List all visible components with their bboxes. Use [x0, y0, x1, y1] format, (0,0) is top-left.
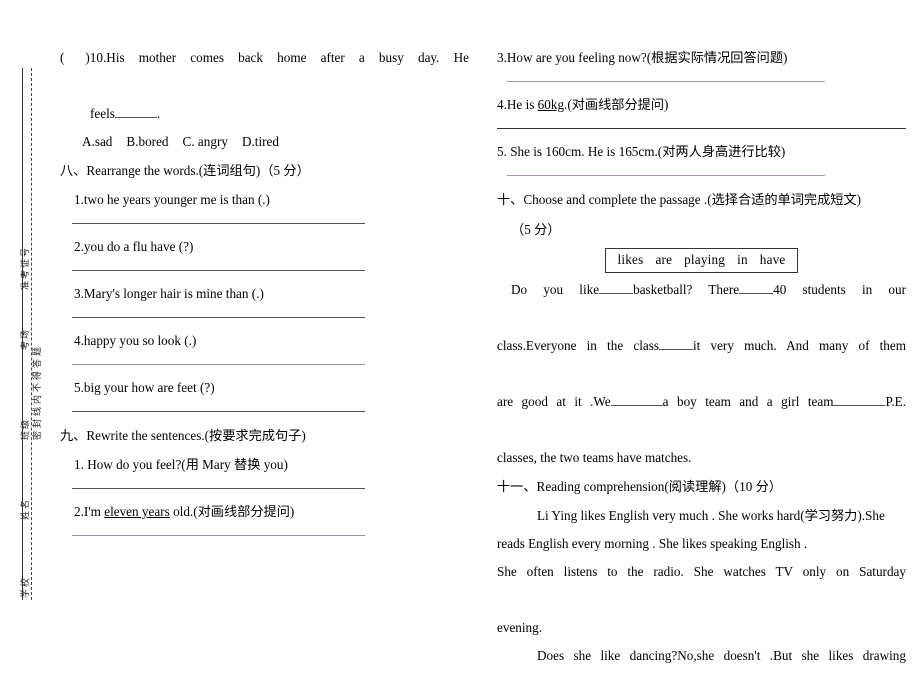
answer-blank-9-1[interactable]	[72, 488, 365, 489]
word-bank: likes are playing in have	[604, 248, 799, 273]
word-bank-item-1: are	[655, 252, 673, 267]
section-8-heading: 八、Rearrange the words.(连词组句)（5 分）	[60, 163, 310, 178]
answer-blank-8-4[interactable]	[72, 364, 365, 365]
option-d[interactable]: D.tired	[242, 134, 279, 149]
left-column: ( )10.His mother comes back home after a …	[60, 44, 469, 624]
reading-paragraph-1-line-4: evening.	[497, 620, 543, 635]
binding-line-dashed	[31, 68, 32, 600]
passage-line-3: are good at it .We a boy team and a girl …	[497, 388, 906, 444]
question-10-blank[interactable]	[114, 117, 157, 118]
question-10-text: His mother comes back home after a busy …	[106, 50, 469, 65]
option-c[interactable]: C. angry	[183, 134, 228, 149]
passage-blank-4[interactable]	[610, 405, 663, 406]
section-10-heading: 十、Choose and complete the passage .(选择合适…	[497, 192, 862, 207]
passage-text-3b: a boy team and a girl team	[662, 394, 834, 409]
question-10-feels: feels	[90, 106, 115, 121]
section-8-item-1: 1.two he years younger me is than (.)	[74, 192, 270, 207]
question-10-line1: ( )10.His mother comes back home after a …	[60, 44, 469, 100]
answer-blank-8-5[interactable]	[72, 411, 365, 412]
section-9-item-2-prefix: 2.I'm	[74, 504, 105, 519]
word-bank-wrapper: likes are playing in have	[497, 245, 906, 276]
question-10-period: .	[156, 106, 161, 121]
section-9-item-1: 1. How do you feel?(用 Mary 替换 you)	[74, 457, 288, 472]
passage-blank-5[interactable]	[833, 405, 886, 406]
section-9-item-3: 3.How are you feeling now?(根据实际情况回答问题)	[497, 50, 788, 65]
passage-blank-2[interactable]	[739, 293, 774, 294]
reading-paragraph-1-line-1: Li Ying likes English very much . She wo…	[537, 508, 885, 523]
passage-line-4: classes, the two teams have matches.	[497, 450, 692, 465]
section-8-item-5: 5.big your how are feet (?)	[74, 380, 215, 395]
section-8-item-3: 3.Mary's longer hair is mine than (.)	[74, 286, 264, 301]
question-10-number: )10.	[85, 50, 107, 65]
binding-label-exam-number: 准考证号	[21, 245, 31, 290]
answer-blank-8-3[interactable]	[72, 317, 365, 318]
passage-text-3a: are good at it .We	[497, 394, 611, 409]
word-bank-item-3: in	[737, 252, 748, 267]
binding-label-seal-warning: 密封线内不得答题	[33, 343, 43, 440]
section-11-heading: 十一、Reading comprehension(阅读理解)（10 分）	[497, 479, 782, 494]
answer-blank-8-1[interactable]	[72, 223, 365, 224]
answer-blank-8-2[interactable]	[72, 270, 365, 271]
answer-blank-9-5[interactable]	[507, 175, 825, 176]
word-bank-item-0: likes	[617, 252, 644, 267]
section-10-points: （5 分）	[511, 222, 561, 237]
passage-line-1: Do you like basketball? There 40 students …	[497, 276, 906, 332]
question-10-options: A.sad B.bored C. angry D.tired	[60, 128, 469, 156]
right-column: 3.How are you feeling now?(根据实际情况回答问题) 4…	[497, 44, 906, 663]
section-9-item-4-suffix: .(对画线部分提问)	[564, 97, 669, 112]
answer-blank-9-4[interactable]	[497, 128, 906, 129]
word-bank-item-4: have	[759, 252, 786, 267]
passage-text-1c: 40 students in our	[773, 282, 906, 297]
passage-text-2a: class.Everyone in the class	[497, 338, 659, 353]
section-9-item-4-underlined: 60kg	[537, 97, 565, 112]
reading-paragraph-1-line-2: reads English every morning . She likes …	[497, 536, 808, 551]
answer-blank-9-2[interactable]	[72, 535, 365, 536]
passage-text-2b: it very much. And many of them	[692, 338, 906, 353]
section-9-heading: 九、Rewrite the sentences.(按要求完成句子)	[60, 428, 306, 443]
section-9-item-2-underlined: eleven years	[104, 504, 170, 519]
question-10-line2: feels.	[60, 100, 469, 128]
binding-label-name: 姓名	[21, 497, 31, 520]
section-8-item-4: 4.happy you so look (.)	[74, 333, 197, 348]
passage-blank-3[interactable]	[658, 349, 693, 350]
section-9-item-2-suffix: old.(对画线部分提问)	[169, 504, 295, 519]
option-b[interactable]: B.bored	[126, 134, 168, 149]
option-a[interactable]: A.sad	[82, 134, 112, 149]
passage-line-2: class.Everyone in the class it very much.…	[497, 332, 906, 388]
passage-text-1a: Do you like	[511, 282, 600, 297]
passage-text-3c: P.E.	[885, 394, 907, 409]
binding-label-school: 学校	[21, 575, 31, 598]
reading-paragraph-2-line-1: Does she like dancing?No,she doesn't .Bu…	[537, 648, 906, 663]
section-9-item-4-prefix: 4.He is	[497, 97, 538, 112]
reading-paragraph-1-line-3: She often listens to the radio. She watc…	[497, 564, 906, 579]
section-9-item-4: 4.He is 60kg.(对画线部分提问)	[497, 91, 906, 119]
question-10-paren-open: (	[60, 50, 65, 65]
section-8-item-2: 2.you do a flu have (?)	[74, 239, 194, 254]
passage-blank-1[interactable]	[599, 293, 634, 294]
section-9-item-2: 2.I'm eleven years old.(对画线部分提问)	[60, 498, 469, 526]
section-9-item-5: 5. She is 160cm. He is 165cm.(对两人身高进行比较)	[497, 144, 786, 159]
word-bank-item-2: playing	[684, 252, 726, 267]
passage-text-1b: basketball? There	[633, 282, 740, 297]
exam-content: ( )10.His mother comes back home after a …	[60, 44, 906, 663]
binding-strip: 准考证号 考场 班级 姓名 学校 密封线内不得答题	[0, 0, 60, 639]
answer-blank-9-3[interactable]	[507, 81, 825, 82]
